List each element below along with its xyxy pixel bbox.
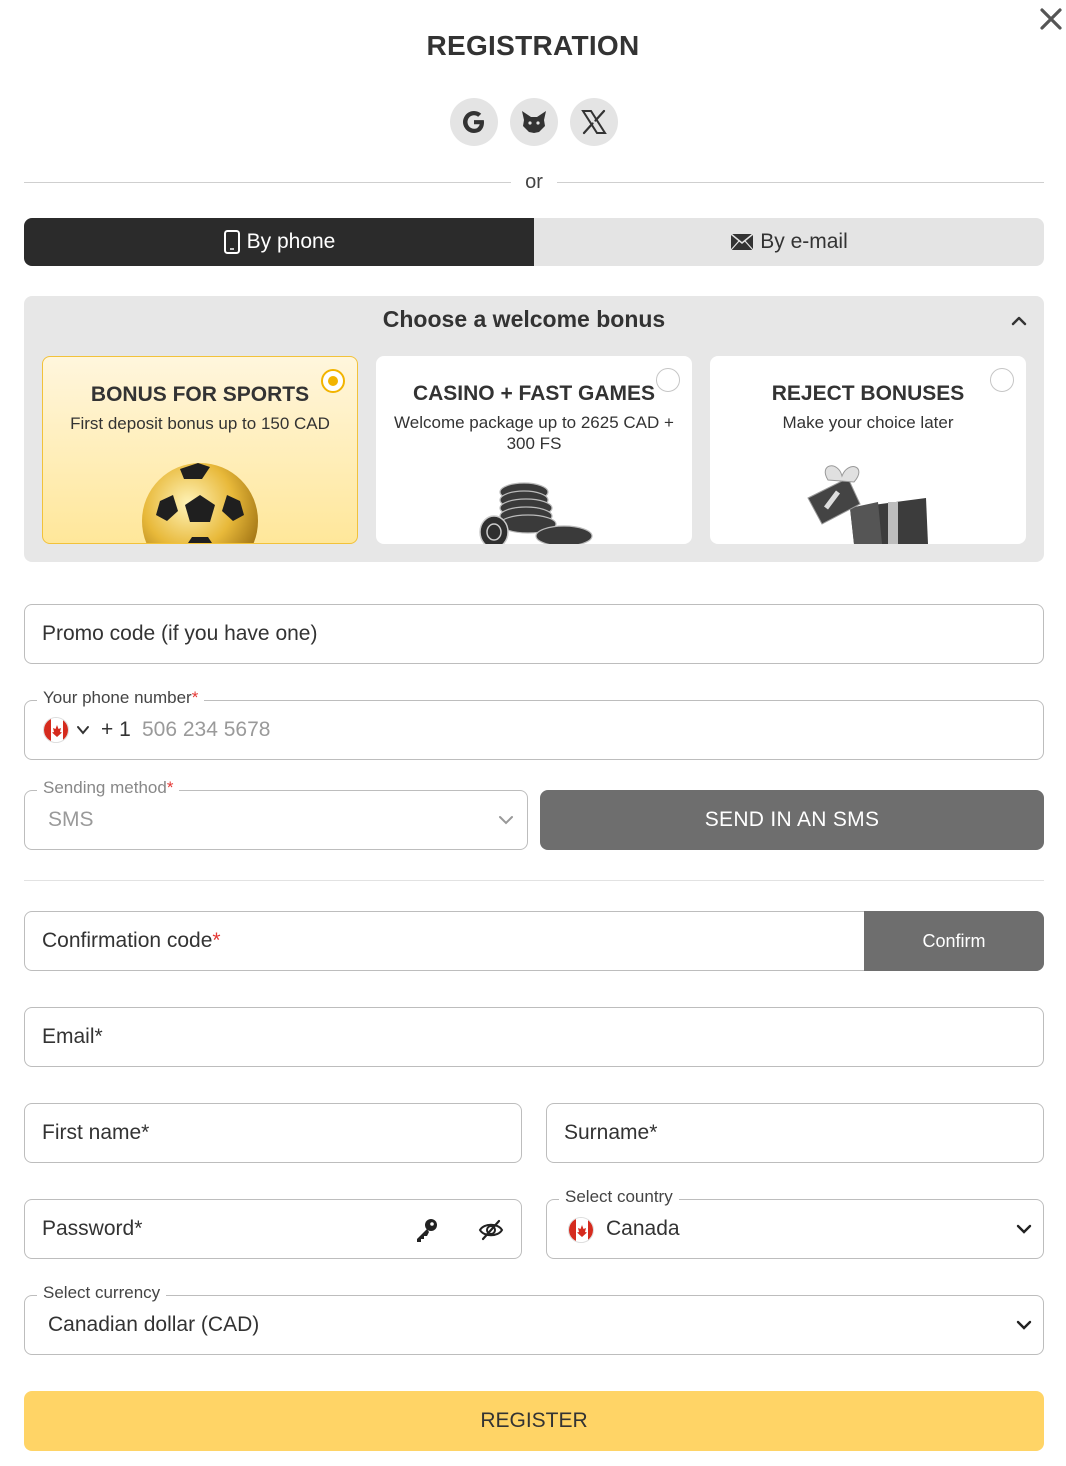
currency-select[interactable]: Select currency Canadian dollar (CAD) bbox=[24, 1283, 1044, 1355]
first-name-field[interactable]: First name* bbox=[24, 1103, 522, 1163]
bonus-option-casino[interactable]: CASINO + FAST GAMES Welcome package up t… bbox=[376, 356, 692, 544]
email-placeholder: Email* bbox=[42, 1025, 103, 1048]
tab-by-email[interactable]: By e-mail bbox=[534, 218, 1044, 266]
or-divider: or bbox=[24, 168, 1045, 196]
bonus-option-sports[interactable]: BONUS FOR SPORTS First deposit bonus up … bbox=[42, 356, 358, 544]
phone-number-label: Your phone number* bbox=[37, 688, 205, 708]
surname-field[interactable]: Surname* bbox=[546, 1103, 1044, 1163]
section-divider bbox=[24, 880, 1044, 881]
divider-line bbox=[24, 181, 512, 183]
social-login-group bbox=[450, 98, 618, 146]
password-field[interactable]: Password* bbox=[24, 1199, 522, 1259]
close-icon bbox=[1040, 8, 1062, 30]
currency-label: Select currency bbox=[37, 1283, 167, 1303]
required-asterisk: * bbox=[166, 778, 174, 797]
promo-code-field[interactable]: Promo code (if you have one) bbox=[24, 604, 1044, 664]
welcome-bonus-panel: Choose a welcome bonus BONUS FOR SPORTS … bbox=[24, 296, 1044, 562]
phone-country-code: + 1 bbox=[101, 718, 131, 741]
label-text: Your phone number bbox=[43, 688, 192, 707]
chevron-down-icon bbox=[1016, 1320, 1032, 1330]
country-value: Canada bbox=[606, 1217, 680, 1240]
password-placeholder: Password* bbox=[42, 1217, 143, 1240]
google-icon bbox=[463, 111, 484, 133]
sending-method-value: SMS bbox=[48, 808, 94, 831]
send-sms-button[interactable]: SEND IN AN SMS bbox=[540, 790, 1044, 850]
phone-number-placeholder: 506 234 5678 bbox=[142, 718, 271, 741]
chevron-up-icon bbox=[1011, 316, 1027, 326]
x-login-button[interactable] bbox=[570, 98, 618, 146]
currency-value: Canadian dollar (CAD) bbox=[48, 1313, 260, 1336]
chevron-down-icon bbox=[1016, 1224, 1032, 1234]
country-label: Select country bbox=[559, 1187, 679, 1207]
toggle-password-visibility[interactable] bbox=[477, 1216, 505, 1244]
phone-number-field[interactable]: Your phone number* + 1 506 234 5678 bbox=[24, 688, 1044, 760]
bonus-option-title: BONUS FOR SPORTS bbox=[90, 383, 310, 406]
bonus-option-title: CASINO + FAST GAMES bbox=[412, 382, 656, 405]
tab-label: By e-mail bbox=[760, 230, 848, 253]
label-text: Confirmation code bbox=[42, 929, 213, 952]
sending-method-select[interactable]: Sending method* SMS bbox=[24, 778, 528, 850]
fox-icon bbox=[522, 111, 546, 133]
gift-box-image bbox=[807, 465, 928, 544]
radio-unselected[interactable] bbox=[990, 368, 1014, 392]
metamask-login-button[interactable] bbox=[510, 98, 558, 146]
email-field[interactable]: Email* bbox=[24, 1007, 1044, 1067]
eye-off-icon bbox=[478, 1219, 504, 1241]
bonus-option-subtitle: Welcome package up to 2625 CAD + 300 FS bbox=[394, 413, 674, 453]
required-asterisk: * bbox=[212, 929, 221, 952]
generate-password-button[interactable] bbox=[413, 1216, 441, 1244]
casino-chips-image bbox=[479, 482, 593, 544]
collapse-button[interactable] bbox=[1008, 310, 1030, 332]
register-button[interactable]: REGISTER bbox=[24, 1391, 1044, 1451]
surname-placeholder: Surname* bbox=[564, 1121, 658, 1144]
tab-by-phone[interactable]: By phone bbox=[24, 218, 534, 266]
tab-label: By phone bbox=[246, 230, 336, 253]
divider-line bbox=[556, 181, 1045, 183]
confirm-button[interactable]: Confirm bbox=[864, 911, 1044, 971]
country-select[interactable]: Select country Canada bbox=[546, 1187, 1044, 1259]
confirmation-code-field[interactable]: Confirmation code* Confirm bbox=[24, 911, 1044, 971]
required-asterisk: * bbox=[191, 688, 199, 707]
soccer-ball-image bbox=[142, 463, 258, 543]
bonus-option-title: REJECT BONUSES bbox=[771, 382, 965, 405]
canada-flag-icon bbox=[568, 1217, 594, 1243]
label-text: Sending method bbox=[43, 778, 167, 797]
bonus-option-reject[interactable]: REJECT BONUSES Make your choice later bbox=[710, 356, 1026, 544]
first-name-placeholder: First name* bbox=[42, 1121, 150, 1144]
google-login-button[interactable] bbox=[450, 98, 498, 146]
key-icon bbox=[417, 1219, 437, 1242]
x-logo-icon bbox=[581, 109, 607, 135]
phone-icon bbox=[223, 230, 240, 254]
envelope-icon bbox=[730, 233, 754, 251]
chevron-down-icon bbox=[499, 816, 513, 825]
radio-unselected[interactable] bbox=[656, 368, 680, 392]
confirmation-code-placeholder: Confirmation code* bbox=[42, 929, 221, 953]
registration-method-tabs: By phone By e-mail bbox=[24, 218, 1044, 266]
bonus-option-subtitle: Make your choice later bbox=[782, 413, 954, 432]
sending-method-label: Sending method* bbox=[37, 778, 180, 798]
radio-selected[interactable] bbox=[321, 369, 345, 393]
chevron-down-icon bbox=[77, 726, 89, 735]
or-label: or bbox=[525, 170, 543, 193]
bonus-option-subtitle: First deposit bonus up to 150 CAD bbox=[70, 414, 330, 433]
promo-code-placeholder: Promo code (if you have one) bbox=[42, 622, 318, 645]
canada-flag-icon bbox=[43, 717, 69, 743]
country-code-selector[interactable]: + 1 bbox=[43, 717, 131, 743]
page-title: REGISTRATION bbox=[426, 30, 640, 61]
bonus-panel-title: Choose a welcome bonus bbox=[382, 306, 666, 332]
